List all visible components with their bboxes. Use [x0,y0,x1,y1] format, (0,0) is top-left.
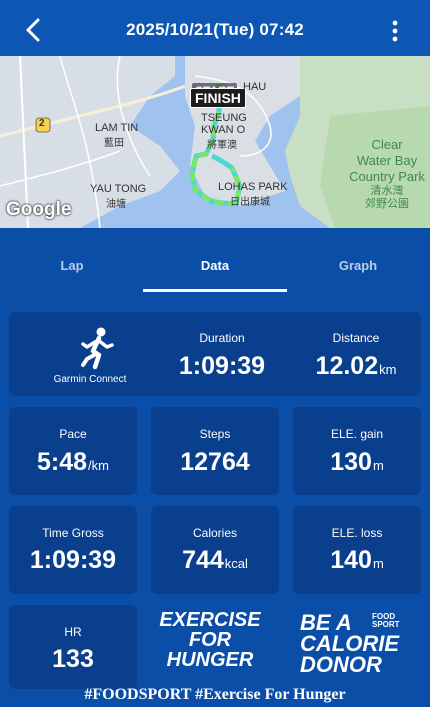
distance-value: 12.02 [315,352,379,380]
tab-bar: Lap Data Graph [0,244,430,294]
calories-card: Calories 744kcal [151,506,279,594]
promo-donor-line-3: DONOR [300,652,382,677]
map-label-tseung-kwan-o-2: KWAN O [201,124,246,136]
time-gross-label: Time Gross [42,526,104,540]
ele-loss-card: ELE. loss 140m [293,506,421,594]
duration-label: Duration [199,331,245,345]
calorie-donor-logo: BE A CALORIE DONOR [300,610,425,677]
foodsport-brand-badge: FOOD SPORT [372,613,400,629]
map-label-lohas-park-zh: 日出康城 [230,197,270,208]
footer-hashtags: #FOODSPORT #Exercise For Hunger [84,686,346,703]
ele-gain-value-wrap: 130m [293,448,421,477]
time-gross-card: Time Gross 1:09:39 [9,506,137,594]
source-label: Garmin Connect [53,374,127,385]
top-bar: 2025/10/21(Tue) 07:42 [0,0,430,56]
ele-loss-unit: m [372,556,384,571]
tab-data[interactable]: Data [155,258,275,273]
promo-donor-line-2: CALORIE [300,631,399,656]
map-label-yau-tong-zh: 油塘 [106,199,126,210]
pace-label: Pace [59,427,87,441]
calories-value: 744 [182,546,224,574]
ele-gain-unit: m [372,458,384,473]
calories-value-wrap: 744kcal [151,546,279,575]
ele-loss-value-wrap: 140m [293,546,421,575]
hr-card: HR 133 [9,605,137,689]
map-label-clear-water-bay-3: Country Park [349,169,425,184]
route-number-label: 2 [39,118,45,129]
map-label-clear-water-bay: Clear Water Bay Country Park 清水灣 郊野公園 [344,137,430,211]
route-map[interactable]: 2 START FINISH HAU LAM TIN 藍田 TSEUNG KWA… [0,56,430,228]
promo-exercise-line-2: FOR [188,629,232,651]
tab-graph[interactable]: Graph [298,258,418,273]
steps-card: Steps 12764 [151,407,279,495]
hr-value: 133 [52,645,94,673]
hr-label: HR [64,625,82,639]
ele-loss-value: 140 [330,546,372,574]
source-block: Garmin Connect [29,324,151,390]
map-label-lohas-park: LOHAS PARK [218,181,288,193]
exercise-for-hunger-logo: EXERCISE FOR HUNGER [150,610,270,670]
finish-marker-label: FINISH [190,88,246,108]
distance-label: Distance [332,331,380,345]
page-title: 2025/10/21(Tue) 07:42 [126,20,304,39]
distance-block: Distance 12.02km [291,312,421,396]
brand-line-2: SPORT [372,620,400,629]
map-label-clear-water-bay-1: Clear [371,137,403,152]
promo-donor-line-1: BE A [300,610,352,635]
calories-label: Calories [192,526,237,540]
map-label-yau-tong: YAU TONG [90,183,147,195]
map-label-clear-water-bay-2: Water Bay [356,153,418,168]
pace-unit: /km [88,458,109,473]
more-menu-icon[interactable] [390,20,400,42]
duration-value: 1:09:39 [178,352,266,380]
map-label-lam-tin: LAM TIN [95,122,139,134]
map-label-clear-water-bay-zh-2: 郊野公園 [365,198,409,210]
ele-gain-card: ELE. gain 130m [293,407,421,495]
pace-card: Pace 5:48/km [9,407,137,495]
tab-lap[interactable]: Lap [12,258,132,273]
ele-loss-label: ELE. loss [331,526,383,540]
ele-gain-value: 130 [330,448,372,476]
distance-value-wrap: 12.02km [291,352,421,381]
map-label-hau: HAU [243,81,267,93]
ele-gain-label: ELE. gain [330,427,384,441]
map-label-clear-water-bay-zh-1: 清水灣 [370,185,404,197]
google-logo: Google [6,199,72,220]
map-label-tseung-kwan-o: TSEUNG [201,112,247,124]
pace-value-wrap: 5:48/km [9,448,137,477]
calories-unit: kcal [224,556,248,571]
steps-value: 12764 [180,448,250,476]
active-tab-indicator [143,289,287,292]
steps-label: Steps [199,427,231,441]
promo-exercise-line-3: HUNGER [166,649,254,671]
pace-value: 5:48 [37,448,88,476]
map-label-lam-tin-zh: 藍田 [104,138,124,149]
duration-block: Duration 1:09:39 [153,312,291,396]
promo-exercise-line-1: EXERCISE [159,609,261,631]
map-label-tseung-kwan-o-zh: 將軍澳 [207,140,237,151]
time-gross-value: 1:09:39 [29,546,117,574]
distance-unit: km [379,362,397,377]
summary-card: Garmin Connect Duration 1:09:39 Distance… [9,312,421,396]
